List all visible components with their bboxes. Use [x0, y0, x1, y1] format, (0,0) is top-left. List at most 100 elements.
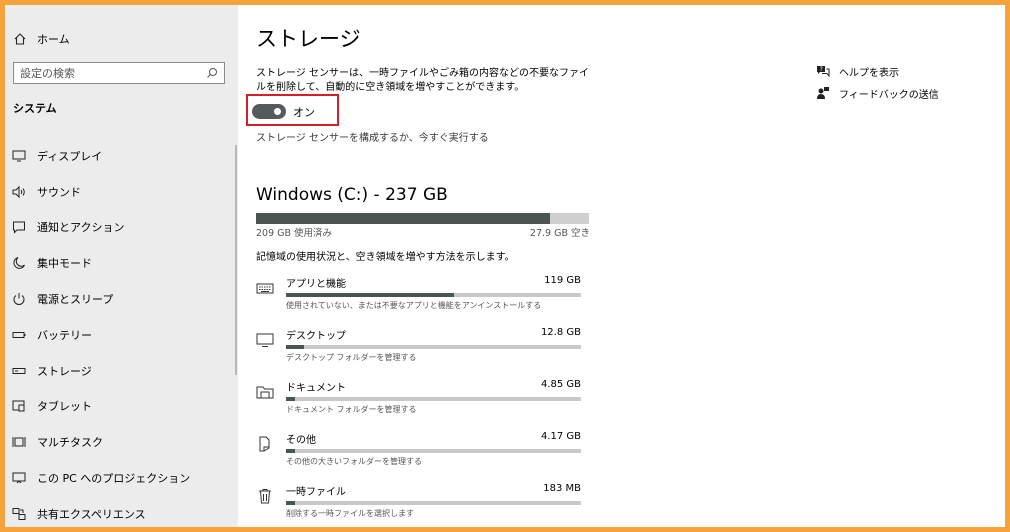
search-placeholder: 設定の検索: [20, 67, 75, 80]
category-sub: 削除する一時ファイルを選択します: [286, 509, 414, 518]
help-label: ヘルプを表示: [839, 67, 899, 79]
page-title: ストレージ: [256, 27, 361, 51]
settings-window: ホーム 設定の検索 システム ディスプレイ サウンド 通知とアクション 集中モー…: [5, 5, 1005, 527]
toggle-highlight: オン: [246, 94, 339, 126]
sidebar-item-battery[interactable]: バッテリー: [5, 317, 238, 353]
sidebar-item-label: 電源とスリープ: [37, 293, 114, 307]
help-link[interactable]: ? ヘルプを表示: [816, 60, 939, 82]
help-chat-icon: ?: [817, 66, 830, 78]
speaker-icon: [12, 185, 25, 198]
power-icon: [13, 293, 25, 306]
category-size: 12.8 GB: [540, 327, 581, 338]
drive-used-label: 209 GB 使用済み: [256, 228, 333, 239]
trash-icon: [259, 489, 271, 504]
category-bar: [286, 449, 581, 453]
sidebar-item-label: マルチタスク: [37, 436, 103, 450]
storage-icon: [12, 367, 26, 374]
category-size: 4.17 GB: [540, 431, 581, 442]
category-sub: ドキュメント フォルダーを管理する: [286, 405, 417, 414]
sidebar-item-shared[interactable]: 共有エクスペリエンス: [5, 496, 238, 527]
category-bar-fill: [286, 449, 295, 453]
sidebar-item-focus[interactable]: 集中モード: [5, 245, 238, 281]
category-bar-fill: [286, 501, 295, 505]
category-apps[interactable]: アプリと機能 119 GB 使用されていない、または不要なアプリと機能をアンイン…: [256, 271, 589, 323]
category-name: デスクトップ: [286, 331, 346, 342]
sidebar-item-label: 集中モード: [37, 257, 92, 271]
sidebar-item-notifications[interactable]: 通知とアクション: [5, 210, 238, 246]
category-other[interactable]: その他 4.17 GB その他の大きいフォルダーを管理する: [256, 427, 589, 479]
sidebar-scrollbar[interactable]: [235, 145, 237, 375]
search-input[interactable]: 設定の検索: [13, 62, 225, 84]
tablet-icon: [12, 400, 25, 412]
category-sub: その他の大きいフォルダーを管理する: [286, 457, 422, 466]
category-list: アプリと機能 119 GB 使用されていない、または不要なアプリと機能をアンイン…: [256, 271, 589, 527]
main-content: ストレージ ストレージ センサーは、一時ファイルやごみ箱の内容などの不要なファイ…: [246, 5, 816, 527]
category-size: 119 GB: [544, 275, 581, 286]
category-bar: [286, 501, 581, 505]
folder-icon: [256, 386, 274, 399]
home-icon: [14, 33, 26, 45]
category-desktop[interactable]: デスクトップ 12.8 GB デスクトップ フォルダーを管理する: [256, 323, 589, 375]
feedback-link[interactable]: フィードバックの送信: [816, 82, 939, 104]
drive-free-label: 27.9 GB 空き: [529, 228, 590, 239]
feedback-label: フィードバックの送信: [839, 89, 939, 101]
drive-usage-bar: [256, 213, 589, 224]
configure-storage-sense-link[interactable]: ストレージ センサーを構成するか、今すぐ実行する: [256, 129, 489, 144]
category-bar-fill: [286, 397, 295, 401]
sidebar-item-label: タブレット: [37, 400, 92, 414]
section-title: システム: [13, 102, 57, 115]
sidebar-item-label: 共有エクスペリエンス: [37, 507, 146, 521]
category-bar-fill: [286, 293, 455, 297]
sidebar-item-tablet[interactable]: タブレット: [5, 389, 238, 425]
sidebar-item-projection[interactable]: この PC へのプロジェクション: [5, 460, 238, 496]
home-label: ホーム: [37, 33, 70, 46]
display-icon: [12, 150, 26, 162]
category-name: アプリと機能: [286, 279, 346, 290]
notification-icon: [13, 221, 25, 235]
home-link[interactable]: ホーム: [13, 31, 70, 47]
related-links: ? ヘルプを表示 フィードバックの送信: [816, 60, 939, 104]
document-icon: [259, 436, 270, 452]
monitor-icon: [256, 333, 274, 347]
toggle-knob: [274, 108, 281, 115]
storage-sense-description: ストレージ センサーは、一時ファイルやごみ箱の内容などの不要なファイルを削除して…: [256, 68, 589, 93]
feedback-icon: [817, 87, 829, 99]
sidebar-item-label: 通知とアクション: [37, 221, 125, 235]
sidebar-item-multitask[interactable]: マルチタスク: [5, 424, 238, 460]
category-name: 一時ファイル: [286, 487, 346, 498]
projection-icon: [12, 472, 26, 484]
category-temp-files[interactable]: 一時ファイル 183 MB 削除する一時ファイルを選択します: [256, 479, 589, 527]
drive-usage-fill: [256, 213, 550, 224]
category-name: ドキュメント: [286, 383, 346, 394]
moon-icon: [13, 257, 25, 270]
nav-list: ディスプレイ サウンド 通知とアクション 集中モード 電源とスリープ バッテリー: [5, 138, 238, 527]
category-size: 4.85 GB: [540, 379, 581, 390]
storage-sense-toggle[interactable]: [252, 104, 286, 119]
battery-icon: [12, 331, 26, 338]
shared-icon: [12, 507, 26, 520]
category-size: 183 MB: [543, 483, 581, 494]
sidebar-item-label: サウンド: [37, 185, 81, 199]
multitask-icon: [12, 437, 26, 448]
category-bar: [286, 397, 581, 401]
category-sub: デスクトップ フォルダーを管理する: [286, 353, 417, 362]
sidebar-item-sound[interactable]: サウンド: [5, 174, 238, 210]
sidebar-item-label: ストレージ: [37, 364, 92, 378]
keyboard-icon: [256, 283, 274, 294]
category-sub: 使用されていない、または不要なアプリと機能をアンインストールする: [286, 301, 542, 310]
sidebar-item-label: この PC へのプロジェクション: [37, 472, 191, 486]
sidebar: ホーム 設定の検索 システム ディスプレイ サウンド 通知とアクション 集中モー…: [5, 5, 238, 527]
category-bar: [286, 345, 581, 349]
category-bar: [286, 293, 581, 297]
storage-hint: 記憶域の使用状況と、空き領域を増やす方法を示します。: [256, 252, 515, 263]
category-documents[interactable]: ドキュメント 4.85 GB ドキュメント フォルダーを管理する: [256, 375, 589, 427]
sidebar-item-label: ディスプレイ: [37, 149, 103, 163]
svg-text:?: ?: [820, 66, 823, 73]
sidebar-item-storage[interactable]: ストレージ: [5, 353, 238, 389]
sidebar-item-display[interactable]: ディスプレイ: [5, 138, 238, 174]
sidebar-item-power[interactable]: 電源とスリープ: [5, 281, 238, 317]
category-bar-fill: [286, 345, 304, 349]
drive-title: Windows (C:) - 237 GB: [256, 185, 448, 205]
search-icon: [207, 68, 217, 78]
toggle-label: オン: [293, 106, 315, 119]
